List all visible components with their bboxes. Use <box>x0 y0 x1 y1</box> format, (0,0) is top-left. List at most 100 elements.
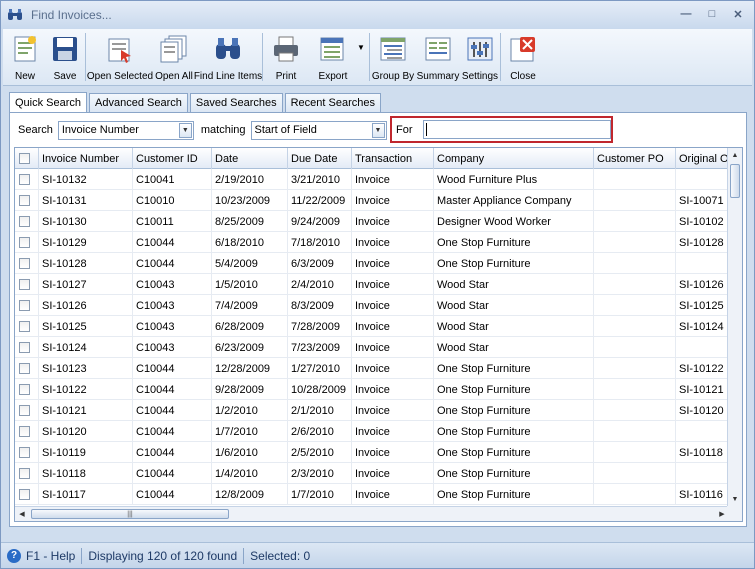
summary-button[interactable]: Summary <box>416 29 460 86</box>
close-button[interactable]: Close <box>501 29 545 86</box>
row-checkbox[interactable] <box>19 384 30 395</box>
cell-customer-id: C10010 <box>133 190 212 211</box>
table-row[interactable]: SI-10121 C10044 1/2/2010 2/1/2010 Invoice One… <box>15 400 736 421</box>
cell-customer-po <box>594 379 676 400</box>
row-checkbox[interactable] <box>19 405 30 416</box>
table-row[interactable]: SI-10127 C10043 1/5/2010 2/4/2010 Invoice Woo… <box>15 274 736 295</box>
table-row[interactable]: SI-10126 C10043 7/4/2009 8/3/2009 Invoice Woo… <box>15 295 736 316</box>
table-row[interactable]: SI-10120 C10044 1/7/2010 2/6/2010 Invoice One… <box>15 421 736 442</box>
scroll-corner <box>727 506 742 521</box>
table-row[interactable]: SI-10124 C10043 6/23/2009 7/23/2009 Invoice W… <box>15 337 736 358</box>
summary-icon <box>423 34 453 64</box>
column-header-customer-po[interactable]: Customer PO <box>594 148 676 169</box>
cell-transaction: Invoice <box>352 463 434 484</box>
table-row[interactable]: SI-10117 C10044 12/8/2009 1/7/2010 Invoice On… <box>15 484 736 505</box>
cell-due-date: 2/6/2010 <box>288 421 352 442</box>
row-checkbox[interactable] <box>19 300 30 311</box>
cell-due-date: 2/4/2010 <box>288 274 352 295</box>
export-dropdown-arrow[interactable]: ▼ <box>357 29 369 86</box>
column-header-date[interactable]: Date <box>212 148 288 169</box>
minimize-button[interactable]: — <box>674 5 698 23</box>
table-row[interactable]: SI-10132 C10041 2/19/2010 3/21/2010 Invoice W… <box>15 169 736 190</box>
new-button[interactable]: New <box>5 29 45 86</box>
table-row[interactable]: SI-10131 C10010 10/23/2009 11/22/2009 Invoic… <box>15 190 736 211</box>
cell-customer-po <box>594 442 676 463</box>
find-line-items-label: Find Line Items <box>193 71 263 82</box>
scroll-down-icon[interactable]: ▼ <box>728 492 742 506</box>
cell-invoice-number: SI-10121 <box>39 400 133 421</box>
group-by-button[interactable]: Group By <box>370 29 416 86</box>
tab-recent-searches[interactable]: Recent Searches <box>284 93 381 112</box>
row-checkbox[interactable] <box>19 342 30 353</box>
table-row[interactable]: SI-10125 C10043 6/28/2009 7/28/2009 Invoice W… <box>15 316 736 337</box>
table-row[interactable]: SI-10122 C10044 9/28/2009 10/28/2009 Invoice… <box>15 379 736 400</box>
vertical-scroll-thumb[interactable] <box>730 164 740 198</box>
for-input[interactable] <box>422 120 611 139</box>
cell-customer-po <box>594 337 676 358</box>
row-checkbox[interactable] <box>19 174 30 185</box>
open-selected-button[interactable]: Open Selected <box>86 29 154 86</box>
cell-customer-po <box>594 232 676 253</box>
cell-company: Wood Star <box>434 295 594 316</box>
column-header-due-date[interactable]: Due Date <box>288 148 352 169</box>
horizontal-scrollbar[interactable]: ◀ ||| ▶ <box>15 506 729 521</box>
row-checkbox[interactable] <box>19 468 30 479</box>
cell-invoice-number: SI-10120 <box>39 421 133 442</box>
cell-company: One Stop Furniture <box>434 484 594 505</box>
cell-customer-po <box>594 421 676 442</box>
table-row[interactable]: SI-10130 C10011 8/25/2009 9/24/2009 Invoice D… <box>15 211 736 232</box>
cell-company: One Stop Furniture <box>434 463 594 484</box>
chevron-down-icon: ▼ <box>371 122 385 138</box>
cell-date: 1/7/2010 <box>212 421 288 442</box>
text-caret <box>425 123 427 136</box>
cell-due-date: 2/1/2010 <box>288 400 352 421</box>
help-status[interactable]: ? F1 - Help <box>1 547 81 565</box>
table-row[interactable]: SI-10119 C10044 1/6/2010 2/5/2010 Invoice One… <box>15 442 736 463</box>
cell-date: 12/28/2009 <box>212 358 288 379</box>
dropdown-arrow-icon: ▼ <box>357 43 365 52</box>
scroll-up-icon[interactable]: ▲ <box>728 148 742 162</box>
table-row[interactable]: SI-10128 C10044 5/4/2009 6/3/2009 Invoice One… <box>15 253 736 274</box>
matching-select[interactable]: Start of Field ▼ <box>250 120 387 140</box>
column-header-invoice-number[interactable]: Invoice Number <box>39 148 133 169</box>
minimize-icon: — <box>680 8 692 20</box>
settings-button[interactable]: Settings <box>460 29 500 86</box>
column-header-transaction[interactable]: Transaction <box>352 148 434 169</box>
export-button[interactable]: Export <box>309 29 357 86</box>
find-line-items-button[interactable]: Find Line Items <box>194 29 262 86</box>
row-checkbox[interactable] <box>19 279 30 290</box>
tab-saved-searches[interactable]: Saved Searches <box>189 93 283 112</box>
row-checkbox[interactable] <box>19 363 30 374</box>
table-row[interactable]: SI-10129 C10044 6/18/2010 7/18/2010 Invoice O… <box>15 232 736 253</box>
save-button[interactable]: Save <box>45 29 85 86</box>
row-checkbox[interactable] <box>19 195 30 206</box>
row-checkbox[interactable] <box>19 489 30 500</box>
open-all-button[interactable]: Open All <box>154 29 194 86</box>
column-header-customer-id[interactable]: Customer ID <box>133 148 212 169</box>
table-row[interactable]: SI-10118 C10044 1/4/2010 2/3/2010 Invoice One… <box>15 463 736 484</box>
group-by-label: Group By <box>371 71 415 82</box>
row-checkbox[interactable] <box>19 237 30 248</box>
tab-advanced-search[interactable]: Advanced Search <box>89 93 188 112</box>
print-button[interactable]: Print <box>263 29 309 86</box>
table-row[interactable]: SI-10123 C10044 12/28/2009 1/27/2010 Invoice… <box>15 358 736 379</box>
row-checkbox[interactable] <box>19 321 30 332</box>
search-field-select[interactable]: Invoice Number ▼ <box>57 120 194 140</box>
window-close-button[interactable]: ✕ <box>726 5 750 23</box>
cell-invoice-number: SI-10129 <box>39 232 133 253</box>
row-checkbox[interactable] <box>19 426 30 437</box>
tab-quick-search[interactable]: Quick Search <box>9 92 88 113</box>
for-label: For <box>396 123 413 136</box>
select-all-checkbox[interactable] <box>19 153 30 164</box>
displaying-count: Displaying 120 of 120 found <box>88 548 238 563</box>
column-header-company[interactable]: Company <box>434 148 594 169</box>
cell-date: 6/18/2010 <box>212 232 288 253</box>
row-checkbox[interactable] <box>19 216 30 227</box>
cell-due-date: 3/21/2010 <box>288 169 352 190</box>
row-checkbox[interactable] <box>19 447 30 458</box>
vertical-scrollbar[interactable]: ▲ ▼ <box>727 148 742 506</box>
row-checkbox[interactable] <box>19 258 30 269</box>
horizontal-scroll-thumb[interactable]: ||| <box>31 509 229 519</box>
scroll-left-icon[interactable]: ◀ <box>15 507 29 521</box>
maximize-button[interactable]: □ <box>700 5 724 23</box>
